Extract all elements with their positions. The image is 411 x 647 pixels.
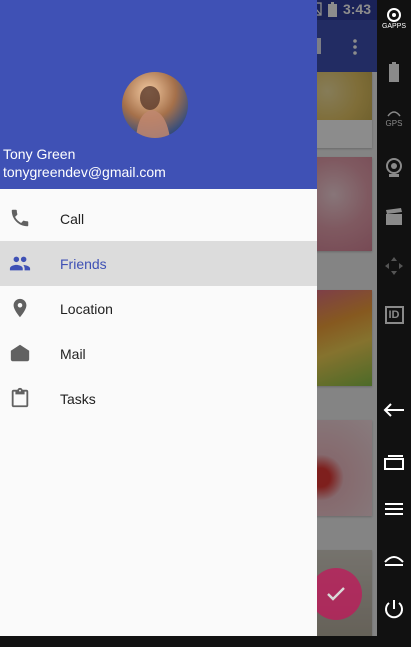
phone-icon [11, 209, 29, 227]
menu-item-mail[interactable]: Mail [0, 331, 317, 376]
gps-control[interactable]: GPS [377, 108, 411, 128]
gapps-control[interactable]: GAPPS [377, 8, 411, 30]
menu-item-friends[interactable]: Friends [0, 241, 317, 286]
navigation-drawer: Tony Green tonygreendev@gmail.com Call F… [0, 0, 317, 636]
gapps-label: GAPPS [381, 23, 407, 30]
dpad-icon [385, 257, 403, 275]
back-arrow-icon [383, 403, 404, 417]
back-button[interactable] [377, 402, 411, 421]
id-control[interactable]: ID [377, 306, 411, 324]
home-icon [384, 556, 404, 566]
menu-item-call[interactable]: Call [0, 196, 317, 241]
menu-button[interactable] [377, 502, 411, 521]
gps-label: GPS [385, 119, 403, 128]
screen-bottom-edge [0, 636, 377, 647]
device-screen: 3:43 Tony Green tonygreendev@gmail.com C… [0, 0, 377, 636]
clapper-icon [386, 208, 402, 225]
menu-item-tasks[interactable]: Tasks [0, 376, 317, 421]
clipboard-icon [11, 387, 29, 408]
media-control[interactable] [377, 208, 411, 229]
menu-item-label: Mail [60, 346, 86, 362]
battery-control[interactable] [377, 62, 411, 85]
power-button[interactable] [377, 598, 411, 623]
home-button[interactable] [377, 552, 411, 571]
avatar-portrait [136, 86, 170, 138]
power-icon [385, 600, 403, 619]
gapps-icon [387, 8, 401, 22]
dpad-control[interactable] [377, 256, 411, 279]
menu-item-location[interactable]: Location [0, 286, 317, 331]
camera-control[interactable] [377, 158, 411, 181]
drawer-header: Tony Green tonygreendev@gmail.com [0, 0, 317, 189]
mail-open-icon [10, 344, 30, 362]
recents-icon [384, 455, 404, 470]
id-label: ID [384, 306, 404, 324]
menu-lines-icon [385, 503, 403, 515]
user-name: Tony Green [3, 146, 76, 162]
done-fab[interactable] [310, 568, 362, 620]
gps-icon [387, 111, 401, 117]
people-icon [9, 256, 31, 271]
drawer-menu: Call Friends Location Mail Tasks [0, 196, 317, 421]
battery-icon [389, 62, 399, 82]
emulator-side-panel: GAPPS GPS ID [377, 0, 411, 647]
menu-item-label: Friends [60, 256, 107, 272]
user-email: tonygreendev@gmail.com [3, 164, 166, 180]
webcam-icon [386, 158, 402, 177]
location-pin-icon [13, 298, 27, 318]
menu-item-label: Call [60, 211, 85, 227]
menu-item-label: Location [60, 301, 113, 317]
avatar[interactable] [122, 72, 188, 138]
check-icon [327, 587, 345, 601]
recents-button[interactable] [377, 454, 411, 473]
menu-item-label: Tasks [60, 391, 96, 407]
